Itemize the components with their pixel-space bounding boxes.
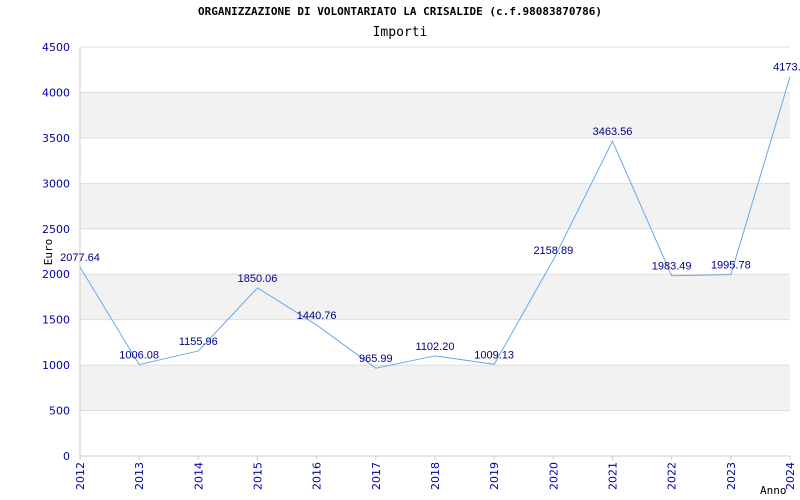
x-tick-label: 2019	[488, 462, 501, 490]
y-tick-label: 0	[63, 450, 70, 463]
x-axis-title: Anno	[760, 484, 787, 497]
y-tick-label: 2000	[42, 268, 70, 281]
data-label: 2077.64	[60, 252, 100, 264]
data-label: 3463.56	[593, 126, 633, 138]
data-label: 1006.08	[119, 350, 159, 362]
grid-band	[80, 183, 790, 229]
y-tick-label: 1500	[42, 314, 70, 327]
data-label: 1440.76	[297, 310, 337, 322]
x-tick-label: 2017	[370, 462, 383, 490]
y-tick-label: 4500	[42, 41, 70, 54]
x-tick-label: 2015	[252, 462, 265, 490]
y-tick-label: 3000	[42, 177, 70, 190]
data-label: 1155.96	[179, 336, 218, 348]
line-chart: 0 500 1000 1500 2000 2500 3000 3500 4000 4500 201…	[42, 41, 800, 497]
data-label: 4173.0	[773, 62, 800, 74]
grid-bands	[80, 92, 790, 411]
grid-band	[80, 92, 790, 138]
data-label: 1102.20	[416, 341, 455, 353]
data-label: 1850.06	[238, 273, 278, 285]
grid-band	[80, 274, 790, 320]
x-tick-label: 2016	[311, 462, 324, 490]
y-axis-title: Euro	[42, 239, 55, 266]
x-tick-label: 2022	[666, 462, 679, 490]
x-tick-label: 2013	[133, 462, 146, 490]
data-label: 1995.78	[711, 260, 751, 272]
y-tick-label: 1000	[42, 359, 70, 372]
x-tick-label: 2018	[429, 462, 442, 490]
x-tick-label: 2012	[74, 462, 87, 490]
x-axis-ticks: 2012 2013 2014 2015 2016 2017 2018 2019 2020 2021…	[74, 456, 797, 490]
x-tick-label: 2014	[192, 462, 205, 490]
data-label: 1009.13	[474, 349, 514, 361]
grid-band	[80, 365, 790, 411]
data-label: 1983.49	[652, 261, 692, 273]
y-tick-label: 2500	[42, 223, 70, 236]
y-tick-label: 500	[49, 405, 70, 418]
data-label: 965.99	[359, 353, 393, 365]
x-tick-label: 2020	[547, 462, 560, 490]
y-tick-label: 4000	[42, 86, 70, 99]
data-label: 2158.89	[533, 245, 573, 257]
y-tick-label: 3500	[42, 132, 70, 145]
x-tick-label: 2023	[725, 462, 738, 490]
x-tick-label: 2021	[607, 462, 620, 490]
